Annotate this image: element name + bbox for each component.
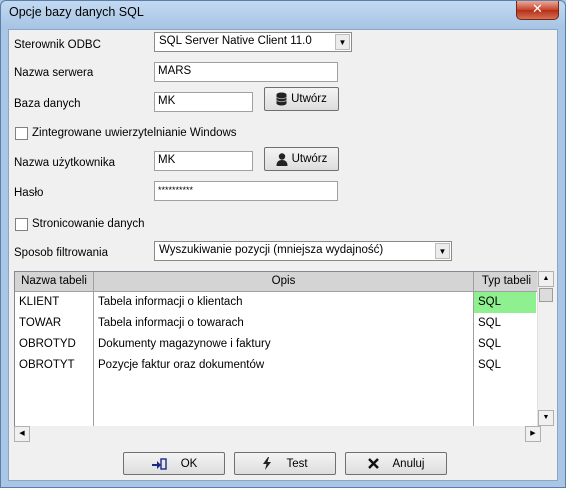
table-row[interactable]: OBROTYT Pozycje faktur oraz dokumentów S… bbox=[15, 355, 536, 376]
password-label: Hasło bbox=[14, 187, 44, 199]
filter-select-value: Wyszukiwanie pozycji (mniejsza wydajność… bbox=[159, 244, 384, 256]
table-row[interactable]: TOWAR Tabela informacji o towarach SQL bbox=[15, 313, 536, 334]
cell-table-name: KLIENT bbox=[19, 296, 60, 308]
cancel-button[interactable]: Anuluj bbox=[345, 452, 447, 475]
ok-label: OK bbox=[180, 457, 198, 470]
cell-table-name: OBROTYD bbox=[19, 338, 76, 350]
cell-table-type: SQL bbox=[478, 317, 502, 329]
grid-body: KLIENT Tabela informacji o klientach SQL… bbox=[15, 292, 536, 376]
chevron-down-icon[interactable]: ▼ bbox=[435, 243, 450, 259]
create-user-label: Utwórz bbox=[291, 153, 328, 165]
create-database-label: Utwórz bbox=[291, 93, 327, 105]
integrated-auth-label: Zintegrowane uwierzytelnianie Windows bbox=[32, 127, 237, 139]
scroll-left-icon[interactable]: ◀ bbox=[14, 426, 30, 442]
lightning-icon bbox=[262, 457, 272, 470]
create-database-button[interactable]: Utwórz bbox=[264, 87, 339, 111]
test-label: Test bbox=[286, 457, 308, 470]
cell-table-type: SQL bbox=[474, 292, 536, 313]
cell-description: Pozycje faktur oraz dokumentów bbox=[98, 359, 265, 371]
cell-description: Tabela informacji o klientach bbox=[98, 296, 243, 308]
dialog-client-area: Sterownik ODBC SQL Server Native Client … bbox=[8, 29, 558, 481]
cell-table-name: OBROTYT bbox=[19, 359, 75, 371]
tables-grid[interactable]: Nazwa tabeli Opis Typ tabeli KLIENT Tabe… bbox=[14, 271, 541, 442]
column-header-name[interactable]: Nazwa tabeli bbox=[15, 272, 94, 292]
cell-description: Tabela informacji o towarach bbox=[98, 317, 244, 329]
password-input[interactable]: ********** bbox=[154, 181, 338, 201]
cell-description: Dokumenty magazynowe i faktury bbox=[98, 338, 271, 350]
cell-table-type: SQL bbox=[478, 359, 502, 371]
integrated-auth-checkbox[interactable] bbox=[15, 127, 28, 140]
scroll-right-icon[interactable]: ▶ bbox=[525, 426, 541, 442]
cell-table-name: TOWAR bbox=[19, 317, 62, 329]
filter-label: Sposob filtrowania bbox=[14, 247, 108, 259]
paging-checkbox[interactable] bbox=[15, 218, 28, 231]
close-icon: ✕ bbox=[532, 2, 543, 17]
scroll-up-icon[interactable]: ▲ bbox=[538, 271, 554, 287]
database-label: Baza danych bbox=[14, 98, 81, 110]
vertical-scrollbar[interactable]: ▲ ▼ bbox=[537, 271, 554, 426]
paging-label: Stronicowanie danych bbox=[32, 218, 145, 230]
window-title: Opcje bazy danych SQL bbox=[9, 5, 144, 19]
table-row[interactable]: KLIENT Tabela informacji o klientach SQL bbox=[15, 292, 536, 313]
grid-header: Nazwa tabeli Opis Typ tabeli bbox=[15, 272, 540, 292]
create-user-button[interactable]: Utwórz bbox=[264, 147, 339, 171]
database-input[interactable]: MK bbox=[154, 92, 253, 112]
dialog-window: Opcje bazy danych SQL ✕ Sterownik ODBC S… bbox=[0, 0, 566, 488]
cancel-label: Anuluj bbox=[392, 457, 425, 470]
cell-table-type: SQL bbox=[478, 338, 502, 350]
database-icon bbox=[276, 92, 287, 106]
horizontal-scrollbar[interactable]: ◀ ▶ bbox=[14, 426, 541, 443]
title-bar[interactable]: Opcje bazy danych SQL ✕ bbox=[1, 1, 565, 27]
username-label: Nazwa użytkownika bbox=[14, 157, 115, 169]
ok-button[interactable]: OK bbox=[123, 452, 225, 475]
table-row[interactable]: OBROTYD Dokumenty magazynowe i faktury S… bbox=[15, 334, 536, 355]
scroll-down-icon[interactable]: ▼ bbox=[538, 410, 554, 426]
close-icon bbox=[367, 458, 379, 469]
chevron-down-icon[interactable]: ▼ bbox=[335, 34, 350, 50]
filter-select[interactable]: Wyszukiwanie pozycji (mniejsza wydajność… bbox=[154, 241, 452, 261]
column-header-type[interactable]: Typ tabeli bbox=[474, 272, 540, 292]
close-button[interactable]: ✕ bbox=[516, 1, 559, 20]
column-header-description[interactable]: Opis bbox=[94, 272, 474, 292]
user-icon bbox=[276, 152, 288, 166]
driver-select-value: SQL Server Native Client 11.0 bbox=[159, 35, 312, 47]
server-label: Nazwa serwera bbox=[14, 67, 94, 79]
username-input[interactable]: MK bbox=[154, 151, 253, 171]
ok-icon bbox=[151, 457, 167, 470]
scrollbar-thumb[interactable] bbox=[539, 288, 553, 302]
server-input[interactable]: MARS bbox=[154, 62, 338, 82]
driver-label: Sterownik ODBC bbox=[14, 39, 101, 51]
driver-select[interactable]: SQL Server Native Client 11.0 ▼ bbox=[154, 32, 352, 52]
test-button[interactable]: Test bbox=[234, 452, 336, 475]
